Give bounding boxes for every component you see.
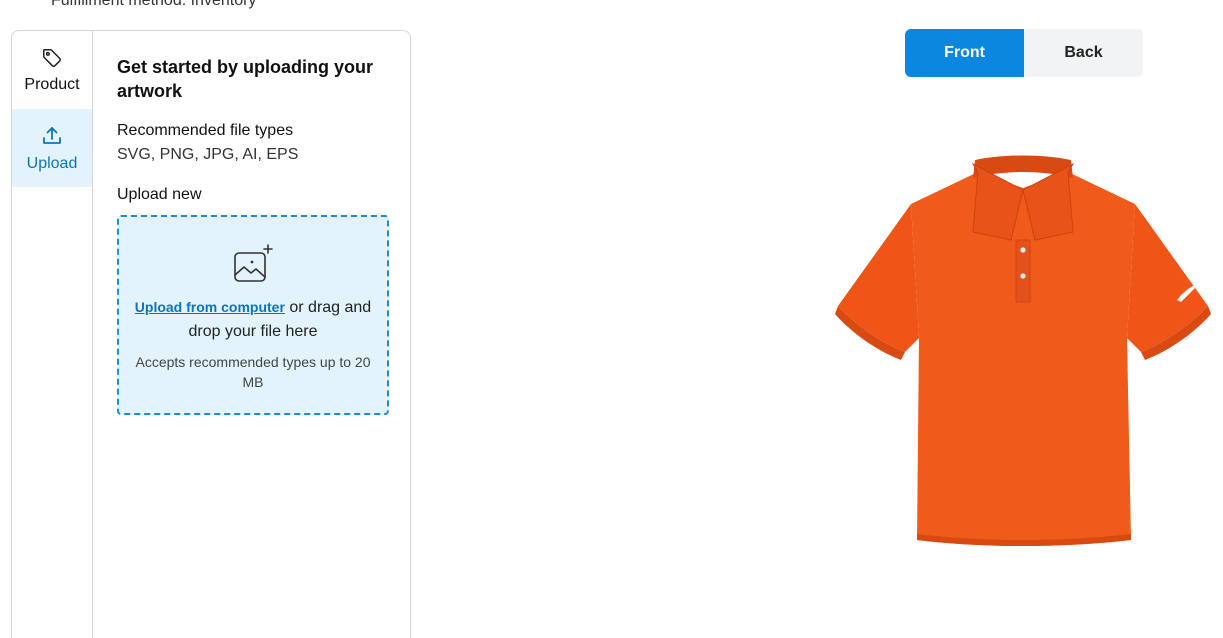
sidebar-item-label: Upload <box>26 154 78 172</box>
upload-heading: Get started by uploading your artwork <box>117 57 374 101</box>
front-view-button[interactable]: Front <box>905 29 1024 77</box>
tag-icon <box>43 48 61 67</box>
upload-from-computer-link[interactable]: Upload from computer <box>135 299 285 315</box>
upload-panel: Get started by uploading your artwork Re… <box>93 31 410 638</box>
fulfillment-method-label: Fulfillment method: Inventory <box>51 0 257 9</box>
image-add-icon <box>234 244 273 282</box>
sidebar-item-label: Product <box>24 75 80 93</box>
recommended-file-types: SVG, PNG, JPG, AI, EPS <box>117 146 299 163</box>
accepted-size-note: Accepts recommended types up to 20 MB <box>135 354 371 390</box>
sidebar-rail: Product Upload <box>12 31 93 638</box>
dropzone-instructions: Upload from computer or drag and drop yo… <box>133 295 373 344</box>
sidebar-item-upload[interactable]: Upload <box>12 109 92 187</box>
file-dropzone[interactable]: Upload from computer or drag and drop yo… <box>117 215 389 415</box>
back-view-button[interactable]: Back <box>1024 29 1143 77</box>
recommended-file-types-label: Recommended file types <box>117 122 294 139</box>
upload-icon <box>43 126 61 144</box>
upload-new-label: Upload new <box>117 186 202 203</box>
product-shirt-image <box>835 155 1211 546</box>
view-toggle: Front Back <box>905 29 1143 77</box>
sidebar-item-product[interactable]: Product <box>12 31 92 109</box>
product-designer-page: Fulfillment method: Inventory Product Up… <box>0 0 1223 638</box>
design-panel: Product Upload Get started by uploading … <box>11 30 411 638</box>
